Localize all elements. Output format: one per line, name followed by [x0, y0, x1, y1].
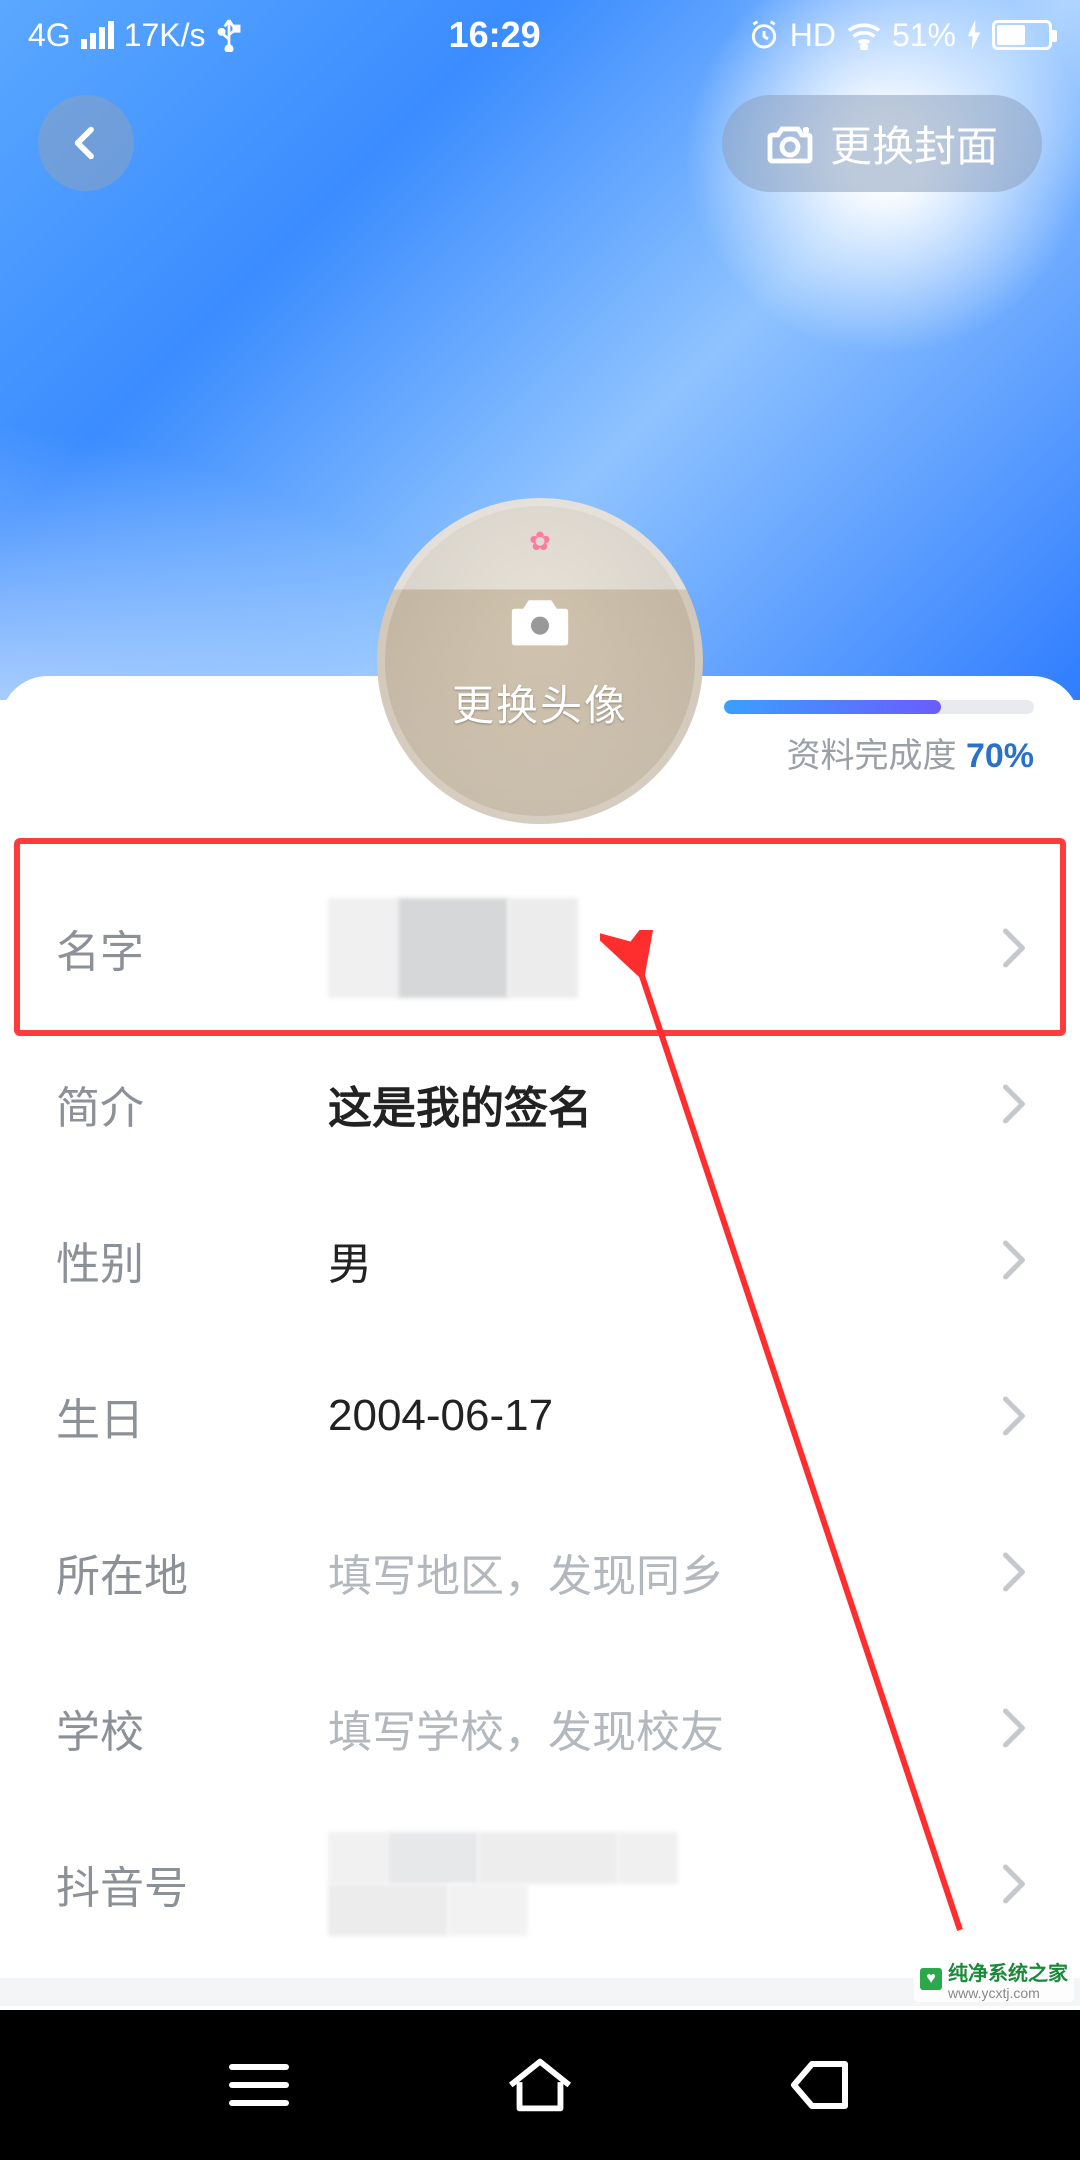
- change-cover-button[interactable]: 更换封面: [722, 95, 1042, 192]
- network-type: 4G: [28, 17, 71, 54]
- screen: 4G 17K/s 16:29 HD 51% 更换封面 ✿: [0, 0, 1080, 2160]
- field-value: 2004-06-17: [328, 1391, 1000, 1441]
- field-value: 男: [328, 1228, 1000, 1292]
- chevron-right-icon: [1000, 1238, 1028, 1282]
- progress-text: 资料完成度: [786, 737, 956, 775]
- field-label: 生日: [56, 1384, 328, 1448]
- menu-icon: [223, 2055, 295, 2115]
- back-icon: [785, 2055, 857, 2115]
- watermark: ♥ 纯净系统之家 www.ycxtj.com: [914, 1955, 1074, 2002]
- charging-icon: [966, 20, 982, 50]
- watermark-title: 纯净系统之家: [948, 1963, 1068, 1985]
- change-avatar-button[interactable]: ✿ 更换头像: [377, 498, 703, 824]
- status-time: 16:29: [449, 14, 541, 56]
- field-label: 学校: [56, 1696, 328, 1760]
- avatar-decor-icon: ✿: [529, 526, 551, 557]
- watermark-sub: www.ycxtj.com: [948, 1986, 1068, 2000]
- row-name[interactable]: 名字: [0, 870, 1080, 1026]
- field-value-redacted: [328, 898, 1000, 998]
- row-location[interactable]: 所在地 填写地区，发现同乡: [0, 1494, 1080, 1650]
- chevron-right-icon: [1000, 1862, 1028, 1906]
- network-speed: 17K/s: [124, 17, 206, 54]
- row-school[interactable]: 学校 填写学校，发现校友: [0, 1650, 1080, 1806]
- status-bar: 4G 17K/s 16:29 HD 51%: [0, 0, 1080, 70]
- progress-label: 资料完成度 70%: [786, 728, 1034, 777]
- field-label: 抖音号: [56, 1852, 328, 1916]
- field-value: 这是我的签名: [328, 1072, 1000, 1136]
- wifi-icon: [846, 20, 882, 50]
- field-placeholder: 填写地区，发现同乡: [328, 1540, 1000, 1604]
- row-gender[interactable]: 性别 男: [0, 1182, 1080, 1338]
- row-birthday[interactable]: 生日 2004-06-17: [0, 1338, 1080, 1494]
- hd-indicator: HD: [790, 17, 836, 54]
- chevron-right-icon: [1000, 1550, 1028, 1594]
- chevron-right-icon: [1000, 1706, 1028, 1750]
- status-left: 4G 17K/s: [28, 17, 242, 54]
- chevron-right-icon: [1000, 926, 1028, 970]
- nav-recent-button[interactable]: [223, 2055, 295, 2115]
- camera-icon: [766, 121, 814, 165]
- profile-fields: 名字 简介 这是我的签名 性别 男 生日 2004-06-17 所在地 填写地: [0, 870, 1080, 1962]
- profile-completion: 资料完成度 70%: [724, 700, 1034, 777]
- field-value-redacted: [328, 1832, 1000, 1936]
- top-nav: 更换封面: [0, 88, 1080, 198]
- signal-icon: [81, 21, 114, 49]
- field-label: 性别: [56, 1228, 328, 1292]
- watermark-icon: ♥: [920, 1968, 942, 1990]
- change-cover-label: 更换封面: [830, 113, 998, 174]
- nav-home-button[interactable]: [502, 2052, 578, 2118]
- nav-back-button[interactable]: [785, 2055, 857, 2115]
- battery-icon: [992, 20, 1052, 50]
- row-douyin-id[interactable]: 抖音号: [0, 1806, 1080, 1962]
- status-right: HD 51%: [748, 17, 1052, 54]
- alarm-icon: [748, 19, 780, 51]
- progress-bar: [724, 700, 1034, 714]
- field-label: 所在地: [56, 1540, 328, 1604]
- progress-percent: 70%: [966, 737, 1034, 775]
- field-placeholder: 填写学校，发现校友: [328, 1696, 1000, 1760]
- usb-icon: [216, 18, 242, 52]
- back-button[interactable]: [38, 95, 134, 191]
- field-label: 名字: [56, 916, 328, 980]
- system-nav-bar: [0, 2010, 1080, 2160]
- battery-percent: 51%: [892, 17, 956, 54]
- camera-icon: [505, 589, 575, 656]
- row-bio[interactable]: 简介 这是我的签名: [0, 1026, 1080, 1182]
- field-label: 简介: [56, 1072, 328, 1136]
- change-avatar-label: 更换头像: [452, 672, 628, 733]
- chevron-right-icon: [1000, 1394, 1028, 1438]
- chevron-right-icon: [1000, 1082, 1028, 1126]
- home-icon: [502, 2052, 578, 2118]
- progress-fill: [724, 700, 941, 714]
- chevron-left-icon: [66, 123, 106, 163]
